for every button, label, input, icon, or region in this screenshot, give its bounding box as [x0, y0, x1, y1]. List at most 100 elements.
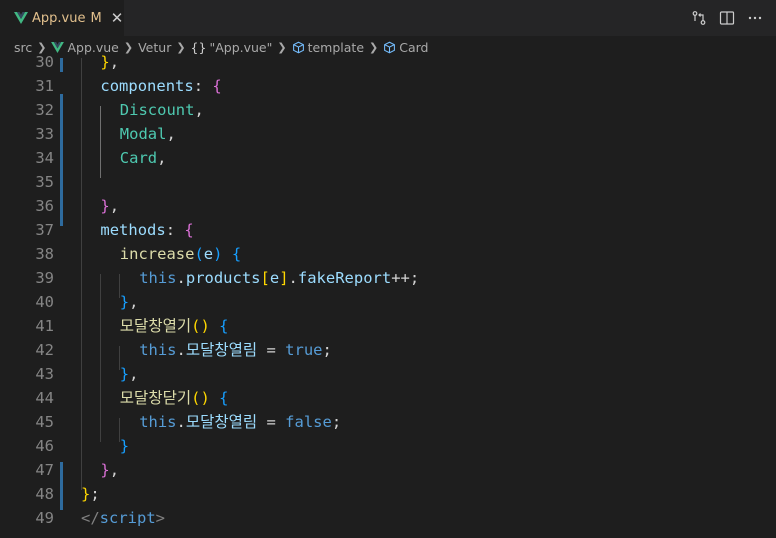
split-editor-icon[interactable]	[718, 9, 736, 27]
line-number: 38	[35, 245, 54, 263]
code-line[interactable]: 30},	[0, 50, 776, 74]
code-token: {	[184, 221, 194, 239]
code-token: ()	[191, 317, 210, 335]
code-text: };	[81, 482, 100, 506]
code-line[interactable]: 45 this.모달창열림 = false;	[0, 410, 776, 434]
code-token: >	[155, 509, 166, 527]
code-token: :	[165, 221, 185, 239]
code-line[interactable]: 40},	[0, 290, 776, 314]
code-token: {	[231, 245, 242, 263]
code-text: },	[120, 362, 139, 386]
code-token: ,	[157, 149, 167, 167]
line-number: 45	[35, 413, 54, 431]
open-changes-icon[interactable]	[690, 9, 708, 27]
tab-filename: App.vue	[32, 10, 86, 26]
more-actions-icon[interactable]	[746, 9, 764, 27]
code-text: Card,	[120, 146, 167, 170]
line-number: 48	[35, 485, 54, 503]
code-token: ;	[90, 485, 100, 503]
code-text: 모달창열기() {	[120, 314, 229, 338]
title-bar: App.vue M ✕	[0, 0, 776, 36]
code-token: e	[269, 269, 280, 287]
code-token: false	[285, 413, 332, 431]
line-number: 34	[35, 149, 54, 167]
code-text: methods: {	[100, 218, 193, 242]
code-token: }	[119, 365, 130, 383]
line-number: 39	[35, 269, 54, 287]
code-token: ,	[109, 53, 120, 71]
code-line[interactable]: 33 Modal,	[0, 122, 776, 146]
code-token: .	[176, 341, 186, 359]
code-text: Modal,	[120, 122, 176, 146]
code-line[interactable]: 31 components: {	[0, 74, 776, 98]
code-token: ;	[331, 413, 342, 431]
line-number: 37	[35, 221, 54, 239]
code-line[interactable]: 49 </script>	[0, 506, 776, 530]
code-token: }	[81, 485, 91, 503]
code-text: this.모달창열림 = true;	[139, 338, 332, 362]
code-token: ()	[191, 389, 210, 407]
code-line[interactable]: 46}	[0, 434, 776, 458]
tab-app-vue[interactable]: App.vue M ✕	[0, 0, 124, 36]
code-line[interactable]: 38 increase(e) {	[0, 242, 776, 266]
code-token: products	[185, 269, 261, 287]
line-number: 41	[35, 317, 54, 335]
line-number: 40	[35, 293, 54, 311]
code-token: true	[285, 341, 323, 359]
code-line[interactable]: 44 모달창닫기() {	[0, 386, 776, 410]
line-number: 35	[35, 173, 54, 191]
code-line[interactable]: 39 this.products[e].fakeReport++;	[0, 266, 776, 290]
code-token: Discount	[119, 101, 195, 119]
code-line[interactable]: 36},	[0, 194, 776, 218]
code-token: methods	[100, 221, 166, 239]
code-line[interactable]: 47},	[0, 458, 776, 482]
code-token: }	[100, 53, 110, 71]
line-number: 44	[35, 389, 54, 407]
code-token: }	[100, 197, 110, 215]
close-icon[interactable]: ✕	[111, 9, 124, 27]
code-token: ,	[129, 365, 139, 383]
code-token: 모달창열기	[119, 317, 192, 335]
code-token: .	[288, 269, 298, 287]
code-text: this.products[e].fakeReport++;	[139, 266, 419, 290]
code-text: </script>	[81, 506, 165, 530]
code-token: Card	[119, 149, 158, 167]
code-token: this	[139, 413, 177, 431]
code-text: components: {	[100, 74, 221, 98]
line-number: 31	[35, 77, 54, 95]
line-number: 36	[35, 197, 54, 215]
line-number: 43	[35, 365, 54, 383]
code-token: 모달창닫기	[119, 389, 192, 407]
line-number: 30	[35, 53, 54, 71]
code-line[interactable]: 41 모달창열기() {	[0, 314, 776, 338]
code-token: fakeReport	[297, 269, 392, 287]
code-token: ,	[194, 101, 204, 119]
code-text: Discount,	[120, 98, 204, 122]
code-text: this.모달창열림 = false;	[139, 410, 341, 434]
code-token: {	[219, 389, 229, 407]
code-token: script	[99, 509, 156, 527]
line-number: 47	[35, 461, 54, 479]
code-token: .	[176, 269, 186, 287]
code-token: ,	[166, 125, 176, 143]
code-line[interactable]: 32 Discount,	[0, 98, 776, 122]
code-line[interactable]: 43},	[0, 362, 776, 386]
code-token: =	[257, 413, 286, 431]
code-line[interactable]: 37 methods: {	[0, 218, 776, 242]
code-token: components	[100, 77, 194, 95]
vue-icon	[14, 12, 28, 24]
code-line[interactable]: 42 this.모달창열림 = true;	[0, 338, 776, 362]
code-line[interactable]: 35	[0, 170, 776, 194]
line-number: 46	[35, 437, 54, 455]
code-token: ++;	[391, 269, 420, 287]
code-line[interactable]: 34 Card,	[0, 146, 776, 170]
code-token: ,	[109, 461, 120, 479]
code-line[interactable]: 48};	[0, 482, 776, 506]
code-token: this	[139, 269, 177, 287]
code-text: increase(e) {	[120, 242, 241, 266]
code-token: {	[212, 77, 222, 95]
code-token: {	[219, 317, 229, 335]
code-token: Modal	[119, 125, 167, 143]
